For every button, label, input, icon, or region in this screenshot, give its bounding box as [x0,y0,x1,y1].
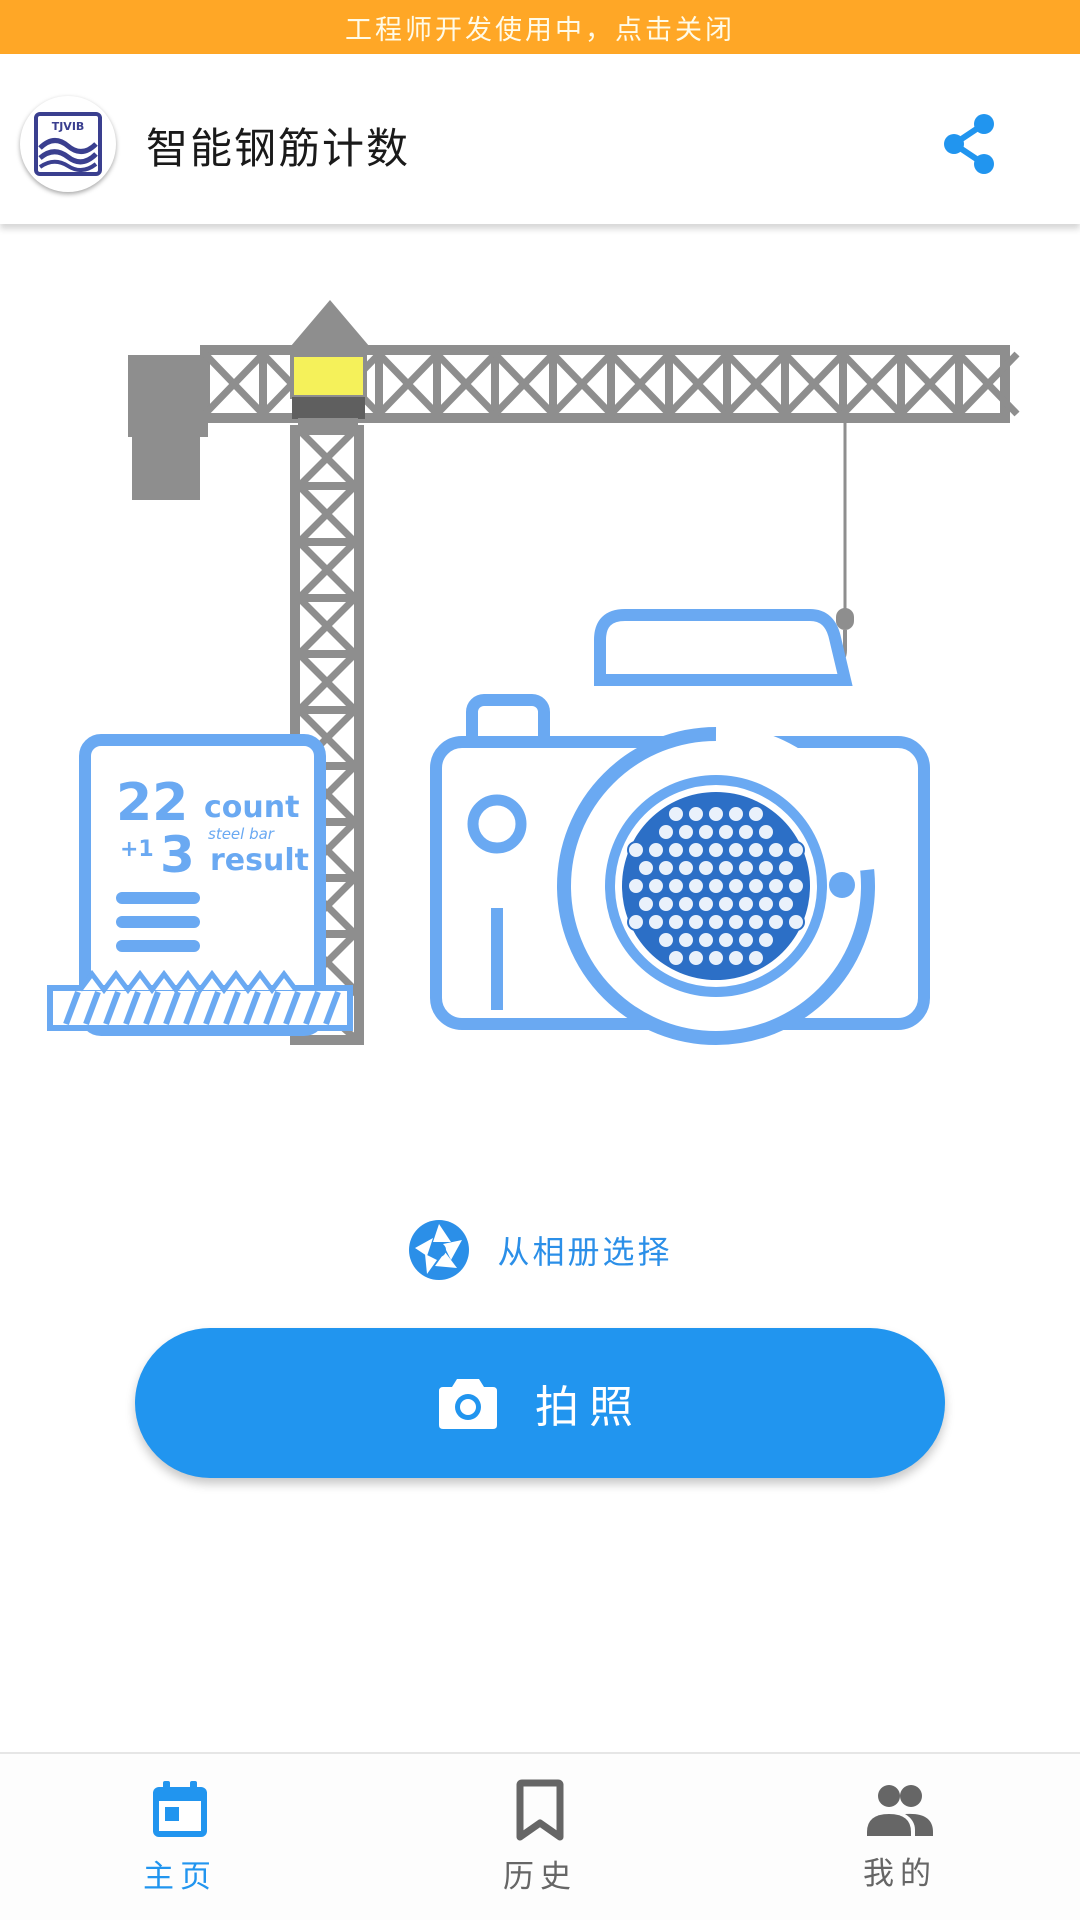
card-word-steel-bar: steel bar [208,825,275,843]
take-photo-label: 拍照 [535,1382,643,1433]
choose-from-album-button[interactable]: 从相册选择 [0,1215,1080,1285]
people-icon [867,1784,933,1836]
app-bar: TJVIB 智能钢筋计数 [0,54,1080,224]
bottom-navigation: 主页 历史 我的 [0,1752,1080,1920]
aperture-icon [409,1220,470,1280]
camera-icon [439,1379,497,1429]
crane-counterweight-lower [132,430,200,500]
take-photo-button[interactable]: 拍照 [135,1328,945,1478]
app-title: 智能钢筋计数 [146,123,411,173]
logo-emblem: TJVIB [34,112,102,176]
card-word-result: result [210,843,309,878]
crane-counterweight [128,355,208,437]
crane-camera-illustration: 22 +1 3 count steel bar result [40,280,1040,1080]
app-logo: TJVIB [20,96,116,192]
crane-cab-base [292,397,365,419]
nav-tab-profile-label: 我的 [863,1855,937,1892]
crane-cab [290,353,367,399]
nav-tab-history[interactable]: 历史 [360,1754,720,1920]
camera-graphic [430,609,930,1045]
nav-tab-home-label: 主页 [143,1858,217,1895]
crane-mast-peak [285,300,375,353]
card-number-plus: +1 [120,837,154,862]
card-number-bottom: 3 [160,826,195,884]
dev-mode-banner[interactable]: 工程师开发使用中，点击关闭 [0,0,1080,54]
choose-from-album-label: 从相册选择 [497,1233,673,1271]
card-number-top: 22 [116,773,188,833]
bookmark-icon [516,1779,564,1840]
nav-tab-home[interactable]: 主页 [0,1754,360,1920]
nav-tab-history-label: 历史 [503,1858,577,1895]
share-button[interactable] [930,104,1010,184]
calendar-icon [153,1780,207,1837]
card-word-count: count [204,790,299,825]
logo-text: TJVIB [52,120,85,133]
nav-tab-profile[interactable]: 我的 [720,1754,1080,1920]
result-card: 22 +1 3 count steel bar result [47,734,353,1036]
share-icon [944,114,994,174]
